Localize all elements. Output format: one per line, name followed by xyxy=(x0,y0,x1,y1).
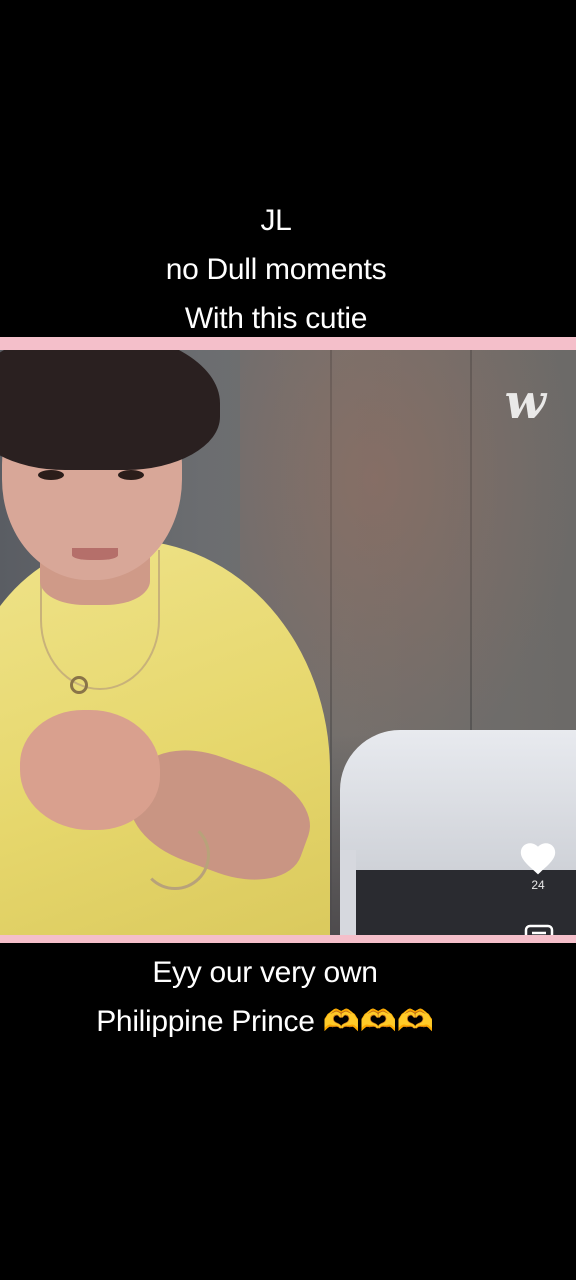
heart-icon xyxy=(520,843,556,875)
caption-line-3: With this cutie xyxy=(184,302,368,335)
comment-icon[interactable] xyxy=(524,924,554,935)
video-frame: w 24 xyxy=(0,337,576,943)
person-hair xyxy=(0,350,220,470)
eye-left xyxy=(38,470,64,480)
clasped-hands xyxy=(20,710,160,830)
caption-line-2: Philippine Prince 🫶🫶🫶 xyxy=(96,1005,434,1038)
like-count: 24 xyxy=(531,878,545,892)
caption-line-1: Eyy our very own xyxy=(152,956,378,989)
caption-line-2: no Dull moments xyxy=(165,253,387,286)
bottom-caption: Eyy our very own Philippine Prince 🫶🫶🫶 xyxy=(0,948,530,1046)
watermark-logo: w xyxy=(504,374,546,430)
chair xyxy=(340,730,576,935)
top-caption: JL no Dull moments With this cutie xyxy=(0,196,552,343)
mouth xyxy=(72,548,118,560)
video-player[interactable]: w 24 xyxy=(0,350,576,935)
caption-line-1: JL xyxy=(260,204,292,237)
bracelet xyxy=(140,820,210,890)
chair-leg xyxy=(340,850,356,935)
eye-right xyxy=(118,470,144,480)
like-button[interactable]: 24 xyxy=(518,840,558,892)
pendant xyxy=(70,676,88,694)
